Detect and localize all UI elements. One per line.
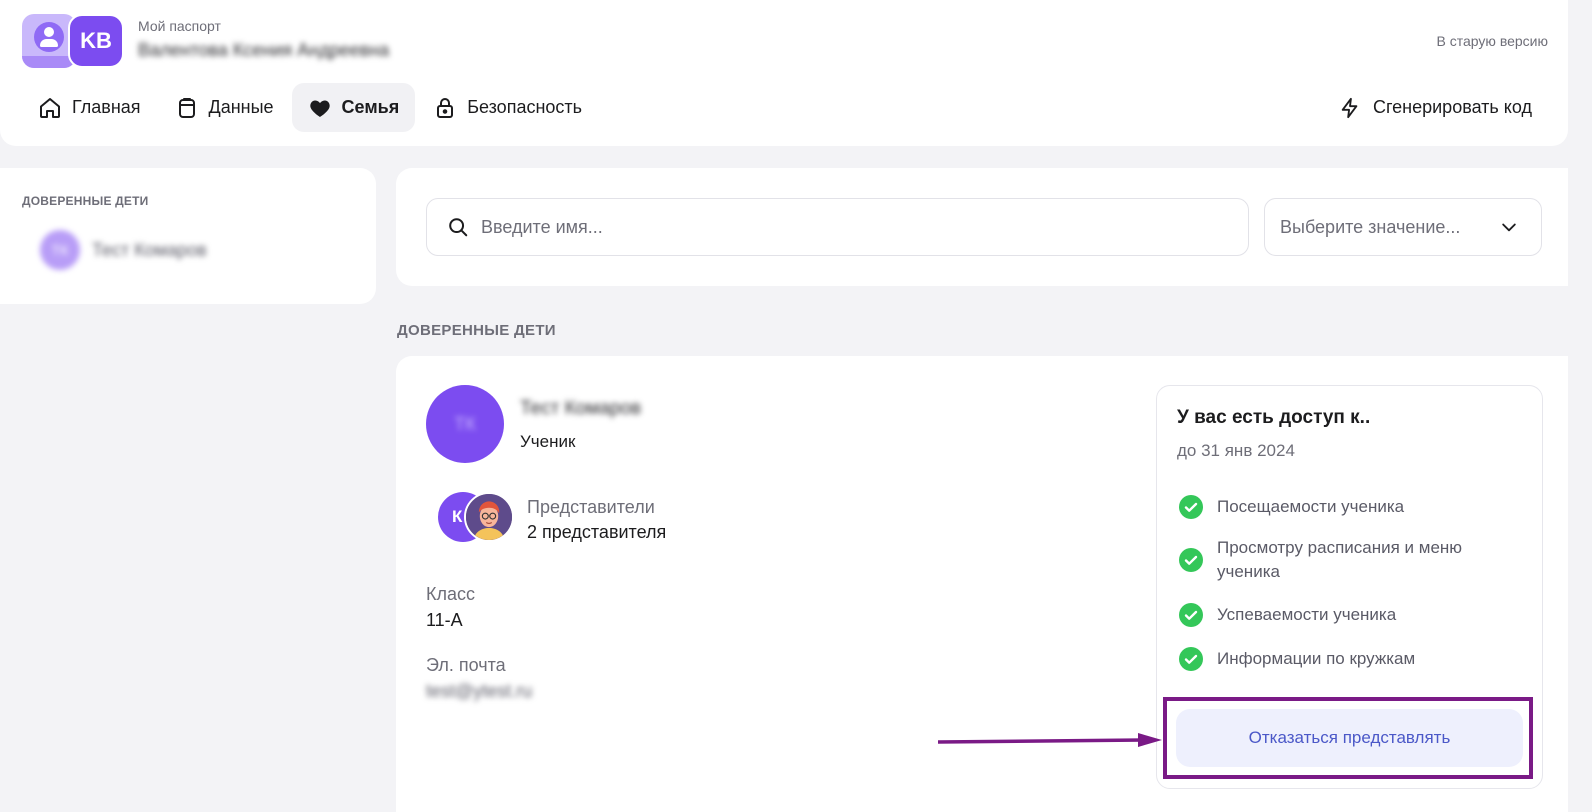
check-circle-icon <box>1179 603 1203 627</box>
avatar: ТК <box>426 385 504 463</box>
header: KB Мой паспорт Валентова Ксения Андреевн… <box>0 0 1568 146</box>
permission-item: Успеваемости ученика <box>1179 603 1529 627</box>
check-circle-icon <box>1179 647 1203 671</box>
search-icon <box>449 218 468 237</box>
sidebar-section-label: ДОВЕРЕННЫЕ ДЕТИ <box>22 194 149 208</box>
chevron-down-icon <box>1502 223 1516 232</box>
old-version-link[interactable]: В старую версию <box>1437 33 1548 49</box>
generate-code-button[interactable]: Сгенерировать код <box>1339 83 1532 132</box>
access-until: до 31 янв 2024 <box>1177 441 1295 460</box>
nav-item-label: Семья <box>341 97 400 117</box>
child-role: Ученик <box>520 432 576 451</box>
class-label: Класс <box>426 584 475 604</box>
select-placeholder: Выберите значение... <box>1280 216 1461 237</box>
access-panel: У вас есть доступ к.. до 31 янв 2024 Пос… <box>1156 385 1543 789</box>
main-nav: Главная Данные Семья Безопасность <box>22 83 598 132</box>
person-icon <box>34 22 64 52</box>
representatives-count[interactable]: 2 представителя <box>527 522 666 543</box>
permission-label: Информации по кружкам <box>1217 649 1416 668</box>
avatar-initials: ТК <box>454 413 476 434</box>
child-name: Тест Комаров <box>520 398 642 419</box>
check-circle-icon <box>1179 548 1203 572</box>
permission-item: Посещаемости ученика <box>1179 495 1529 519</box>
user-avatar[interactable]: KB <box>68 14 124 68</box>
home-icon <box>40 97 60 118</box>
generate-code-label: Сгенерировать код <box>1372 97 1532 117</box>
access-title: У вас есть доступ к.. <box>1177 407 1371 428</box>
representatives-label: Представители <box>527 497 655 517</box>
nav-item-home[interactable]: Главная <box>22 83 157 132</box>
lock-icon <box>437 97 454 118</box>
value-select[interactable]: Выберите значение... <box>1264 198 1542 256</box>
email-value: test@ytest.ru <box>426 681 533 701</box>
section-title: ДОВЕРЕННЫЕ ДЕТИ <box>397 322 556 339</box>
person-portrait-icon <box>466 494 512 540</box>
nav-item-label: Безопасность <box>467 97 583 117</box>
nav-item-data[interactable]: Данные <box>159 83 290 132</box>
sidebar-child-item[interactable]: ТК Тест Комаров <box>40 230 207 270</box>
lightning-icon <box>1341 97 1358 118</box>
check-circle-icon <box>1179 495 1203 519</box>
heart-icon <box>309 100 330 117</box>
permission-item: Просмотру расписания и меню ученика <box>1179 536 1529 584</box>
email-label: Эл. почта <box>426 655 506 675</box>
avatar: ТК <box>40 230 80 270</box>
permission-item: Информации по кружкам <box>1179 647 1529 671</box>
representative-avatar-photo <box>464 492 514 542</box>
clipboard-icon <box>178 97 195 118</box>
search-input[interactable] <box>481 216 1181 238</box>
user-name: Валентова Ксения Андреевна <box>138 40 390 60</box>
filter-panel: Выберите значение... <box>396 168 1568 286</box>
search-field[interactable] <box>426 198 1249 256</box>
sidebar-child-name: Тест Комаров <box>92 239 207 260</box>
arrow-right-icon <box>938 733 1162 747</box>
nav-item-label: Главная <box>72 97 141 117</box>
refuse-representation-button[interactable]: Отказаться представлять <box>1176 709 1523 767</box>
nav-item-label: Данные <box>208 97 274 117</box>
permission-label: Успеваемости ученика <box>1217 605 1397 624</box>
nav-item-family[interactable]: Семья <box>291 83 416 132</box>
class-value: 11-А <box>426 610 463 630</box>
permission-label: Посещаемости ученика <box>1217 497 1405 516</box>
nav-item-security[interactable]: Безопасность <box>417 83 598 132</box>
passport-label: Мой паспорт <box>138 18 221 34</box>
permission-label: Просмотру расписания и меню ученика <box>1217 538 1463 581</box>
